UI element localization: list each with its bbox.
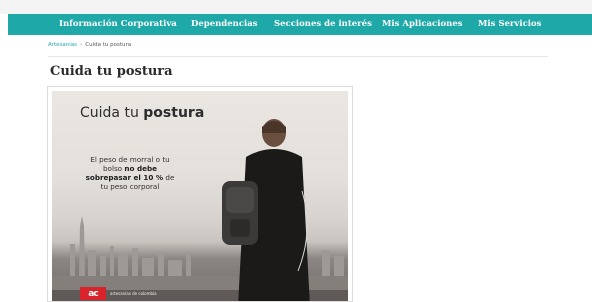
- posture-poster-image: Cuida tu postura El peso de morral o tu …: [52, 91, 348, 301]
- breadcrumb: Artesanías › Cuida tu postura: [48, 42, 131, 48]
- poster-line-3: sobrepasar el 10 % de: [70, 173, 190, 182]
- poster-frame: Cuida tu postura El peso de morral o tu …: [47, 86, 353, 302]
- poster-line-2: bolso no debe: [70, 164, 190, 173]
- brand-logo: ac artesanías de colombia: [80, 287, 157, 300]
- poster-heading-bold: postura: [143, 105, 205, 121]
- nav-item-secciones-de-interes[interactable]: Secciones de interés: [274, 19, 372, 29]
- poster-heading-light: Cuida tu: [80, 105, 139, 121]
- nav-item-dependencias[interactable]: Dependencias: [191, 19, 258, 29]
- nav-item-mis-servicios[interactable]: Mis Servicios: [478, 19, 541, 29]
- top-strip: [0, 0, 592, 14]
- breadcrumb-current: Cuida tu postura: [85, 42, 132, 48]
- poster-line-3-bold: sobrepasar el 10 %: [85, 173, 164, 182]
- poster-line-4: tu peso corporal: [100, 182, 160, 191]
- poster-line-1: El peso de morral o tu: [90, 155, 170, 164]
- poster-body-text: El peso de morral o tu bolso no debe sob…: [70, 155, 190, 191]
- traveler-with-backpack-illustration: [222, 119, 310, 301]
- breadcrumb-separator: ›: [80, 42, 83, 48]
- brand-mark: ac: [80, 287, 106, 300]
- nav-item-mis-aplicaciones[interactable]: Mis Aplicaciones: [382, 19, 463, 29]
- brand-text: artesanías de colombia: [110, 291, 157, 296]
- divider: [48, 56, 548, 57]
- poster-line-2-bold: no debe: [124, 164, 157, 173]
- page-title: Cuida tu postura: [50, 64, 173, 79]
- poster-line-2-pre: bolso: [102, 164, 123, 173]
- poster-heading: Cuida tu postura: [80, 105, 204, 121]
- main-nav: Información Corporativa Dependencias Sec…: [8, 14, 592, 35]
- breadcrumb-home-link[interactable]: Artesanías: [48, 42, 77, 48]
- nav-item-informacion-corporativa[interactable]: Información Corporativa: [59, 19, 177, 29]
- poster-line-3-post: de: [165, 173, 175, 182]
